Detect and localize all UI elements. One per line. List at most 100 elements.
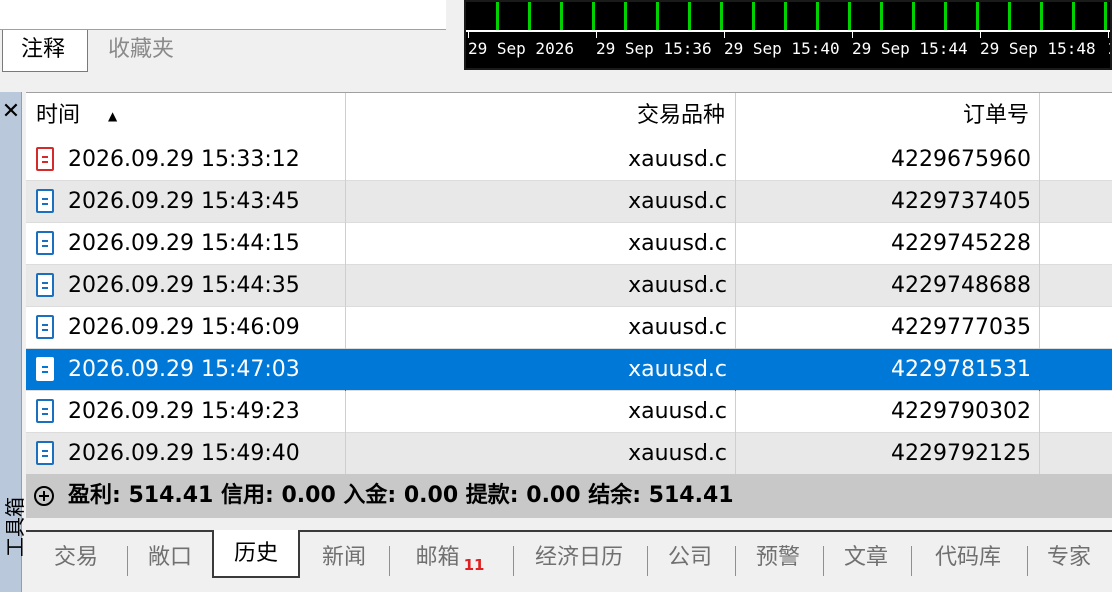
history-table: 时间 ▲ 交易品种 订单号 2026.09.29 15:33:12 xauusd.c… xyxy=(26,92,1112,475)
tab-2[interactable]: 历史 xyxy=(212,530,300,578)
cell-time: 2026.09.29 15:46:09 xyxy=(26,307,346,349)
chart-bar xyxy=(656,2,659,30)
chart-time-axis: 29 Sep 2026 29 Sep 15:36 29 Sep 15:40 29… xyxy=(466,32,1110,62)
table-row[interactable]: 2026.09.29 15:44:35 xauusd.c 4229748688 xyxy=(26,265,1112,307)
tab-label: 专家 xyxy=(1046,545,1091,570)
column-header-symbol[interactable]: 交易品种 xyxy=(346,93,736,139)
table-row[interactable]: 2026.09.29 15:47:03 xauusd.c 4229781531 xyxy=(26,349,1112,391)
cell-order: 4229745228 xyxy=(736,223,1040,265)
summary-text: 盈利: 514.41 信用: 0.00 入金: 0.00 提款: 0.00 结余… xyxy=(68,483,734,508)
order-document-icon xyxy=(36,399,54,423)
order-document-icon xyxy=(36,315,54,339)
toolbox-label[interactable]: 工具箱 xyxy=(0,497,27,557)
tab-8[interactable]: 文章 xyxy=(822,534,910,578)
tab-label: 预警 xyxy=(755,545,800,570)
table-row[interactable]: 2026.09.29 15:43:45 xauusd.c 4229737405 xyxy=(26,181,1112,223)
tab-6[interactable]: 公司 xyxy=(646,534,734,578)
chart-time-label: 2 xyxy=(1108,32,1110,60)
order-document-icon xyxy=(36,231,54,255)
table-row[interactable]: 2026.09.29 15:49:40 xauusd.c 4229792125 xyxy=(26,433,1112,475)
notes-panel xyxy=(0,0,446,30)
tab-label: 文章 xyxy=(843,545,888,570)
table-row[interactable]: 2026.09.29 15:44:15 xauusd.c 4229745228 xyxy=(26,223,1112,265)
cell-symbol: xauusd.c xyxy=(346,265,736,307)
chart-bar xyxy=(912,2,915,30)
order-document-icon xyxy=(36,357,54,381)
chart-bar xyxy=(816,2,819,30)
table-row[interactable]: 2026.09.29 15:33:12 xauusd.c 4229675960 xyxy=(26,139,1112,181)
close-icon[interactable]: ✕ xyxy=(0,100,22,124)
table-row[interactable]: 2026.09.29 15:46:09 xauusd.c 4229777035 xyxy=(26,307,1112,349)
chart-bar xyxy=(976,2,979,30)
column-header-label: 时间 xyxy=(36,103,81,128)
cell-symbol: xauusd.c xyxy=(346,223,736,265)
tab-label: 交易 xyxy=(53,545,98,570)
cell-symbol: xauusd.c xyxy=(346,307,736,349)
tab-7[interactable]: 预警 xyxy=(734,534,822,578)
cell-time: 2026.09.29 15:49:40 xyxy=(26,433,346,475)
account-summary: 盈利: 514.41 信用: 0.00 入金: 0.00 提款: 0.00 结余… xyxy=(26,474,1112,518)
cell-time: 2026.09.29 15:33:12 xyxy=(26,139,346,181)
chart-bar xyxy=(528,2,531,30)
sort-ascending-icon: ▲ xyxy=(108,109,118,123)
table-header: 时间 ▲ 交易品种 订单号 xyxy=(26,93,1112,139)
chart-time-label: 29 Sep 15:48 xyxy=(980,32,1096,58)
expand-plus-icon[interactable] xyxy=(34,486,54,506)
column-header-order[interactable]: 订单号 xyxy=(736,93,1040,139)
order-document-icon xyxy=(36,441,54,465)
tab-9[interactable]: 代码库 xyxy=(910,534,1026,578)
cell-time: 2026.09.29 15:44:15 xyxy=(26,223,346,265)
unread-badge: 11 xyxy=(463,556,485,574)
cell-symbol: xauusd.c xyxy=(346,139,736,181)
cell-order: 4229777035 xyxy=(736,307,1040,349)
tab-1[interactable]: 敞口 xyxy=(128,534,212,578)
chart-time-label: 29 Sep 15:44 xyxy=(852,32,968,58)
chart-bar xyxy=(880,2,883,30)
chart-bar xyxy=(560,2,563,30)
cell-order: 4229781531 xyxy=(736,349,1040,391)
order-document-icon xyxy=(36,189,54,213)
order-document-icon xyxy=(36,273,54,297)
chart-bar xyxy=(784,2,787,30)
chart-time-label: 29 Sep 15:40 xyxy=(724,32,840,58)
cell-symbol: xauusd.c xyxy=(346,391,736,433)
cell-time-text: 2026.09.29 15:47:03 xyxy=(68,357,300,382)
tab-label: 经济日历 xyxy=(534,545,623,570)
tab-0[interactable]: 交易 xyxy=(26,534,126,578)
column-header-time[interactable]: 时间 ▲ xyxy=(26,93,346,139)
cell-time: 2026.09.29 15:49:23 xyxy=(26,391,346,433)
cell-order: 4229748688 xyxy=(736,265,1040,307)
tab-notes[interactable]: 注释 xyxy=(2,30,88,72)
chart-time-label: 29 Sep 2026 xyxy=(468,32,574,58)
chart-bar xyxy=(592,2,595,30)
tab-3[interactable]: 新闻 xyxy=(300,534,388,578)
cell-time: 2026.09.29 15:47:03 xyxy=(26,349,346,391)
cell-order: 4229675960 xyxy=(736,139,1040,181)
tab-label: 代码库 xyxy=(934,545,1001,570)
cell-order: 4229790302 xyxy=(736,391,1040,433)
cell-time-text: 2026.09.29 15:43:45 xyxy=(68,189,300,214)
cell-time-text: 2026.09.29 15:44:15 xyxy=(68,231,300,256)
cell-time: 2026.09.29 15:44:35 xyxy=(26,265,346,307)
terminal-tab-bar: 交易 敞口 历史 新闻 邮箱 11 经济日历 公司 预警 文章 代码库 专家 xyxy=(26,530,1112,592)
price-chart[interactable]: 29 Sep 2026 29 Sep 15:36 29 Sep 15:40 29… xyxy=(464,0,1112,70)
chart-frame: 29 Sep 2026 29 Sep 15:36 29 Sep 15:40 29… xyxy=(452,0,1112,82)
top-tab-bar: 注释 收藏夹 xyxy=(0,30,446,74)
tab-label: 邮箱 xyxy=(415,545,460,570)
table-row[interactable]: 2026.09.29 15:49:23 xauusd.c 4229790302 xyxy=(26,391,1112,433)
tab-10[interactable]: 专家 xyxy=(1026,534,1112,578)
cell-time: 2026.09.29 15:43:45 xyxy=(26,181,346,223)
tab-4[interactable]: 邮箱 11 xyxy=(388,534,512,578)
cell-time-text: 2026.09.29 15:44:35 xyxy=(68,273,300,298)
tab-label: 历史 xyxy=(233,541,278,566)
chart-bar xyxy=(752,2,755,30)
cell-time-text: 2026.09.29 15:33:12 xyxy=(68,147,300,172)
chart-bars xyxy=(466,2,1110,32)
cell-time-text: 2026.09.29 15:46:09 xyxy=(68,315,300,340)
cell-symbol: xauusd.c xyxy=(346,433,736,475)
tab-5[interactable]: 经济日历 xyxy=(512,534,646,578)
tab-favorites[interactable]: 收藏夹 xyxy=(90,30,192,72)
tab-label: 新闻 xyxy=(321,545,366,570)
cell-order: 4229792125 xyxy=(736,433,1040,475)
chart-time-label: 29 Sep 15:36 xyxy=(596,32,712,58)
